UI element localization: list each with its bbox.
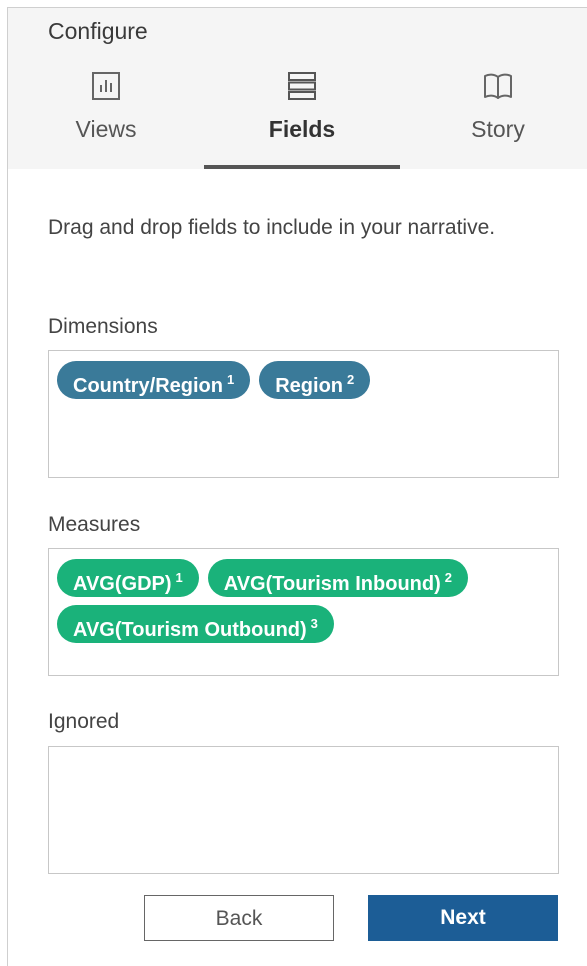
measure-pill-avg-gdp[interactable]: AVG(GDP) 1	[57, 559, 199, 597]
back-button[interactable]: Back	[144, 895, 334, 941]
pill-order: 3	[310, 616, 318, 631]
instructions-text: Drag and drop fields to include in your …	[48, 216, 496, 239]
measure-pill-avg-tourism-inbound[interactable]: AVG(Tourism Inbound) 2	[207, 559, 468, 597]
dimension-pill-region[interactable]: Region 2	[259, 361, 371, 399]
ignored-label: Ignored	[48, 710, 120, 733]
tab-fields[interactable]: Fields	[204, 68, 400, 169]
list-icon	[286, 70, 318, 107]
tab-story[interactable]: Story	[400, 68, 587, 169]
pill-order: 2	[444, 570, 452, 585]
book-icon	[482, 70, 514, 107]
tab-views[interactable]: Views	[8, 68, 204, 169]
pill-order: 1	[175, 570, 183, 585]
dimensions-dropzone[interactable]: Country/Region 1 Region 2	[48, 350, 559, 478]
configure-panel: Configure Views Fields Story Drag and dr…	[7, 7, 587, 966]
tab-story-label: Story	[471, 116, 525, 142]
tab-views-label: Views	[75, 116, 137, 142]
panel-title: Configure	[48, 18, 148, 44]
ignored-dropzone[interactable]	[48, 746, 559, 874]
pill-label: Country/Region	[73, 375, 223, 397]
measures-label: Measures	[48, 513, 141, 536]
pill-label: AVG(GDP)	[73, 573, 172, 595]
measures-dropzone[interactable]: AVG(GDP) 1 AVG(Tourism Inbound) 2 AVG(Tour…	[48, 548, 559, 676]
dimension-pill-country-region[interactable]: Country/Region 1	[57, 361, 251, 399]
next-button[interactable]: Next	[368, 895, 558, 941]
pill-label: Region	[275, 375, 344, 397]
pill-label: AVG(Tourism Outbound)	[73, 619, 307, 641]
active-tab-indicator	[204, 165, 400, 169]
pill-order: 2	[347, 372, 355, 387]
tab-fields-label: Fields	[268, 116, 336, 142]
pill-label: AVG(Tourism Inbound)	[223, 573, 441, 595]
dimensions-label: Dimensions	[48, 315, 158, 338]
pill-order: 1	[227, 372, 235, 387]
bar-chart-icon	[90, 70, 122, 107]
measure-pill-avg-tourism-outbound[interactable]: AVG(Tourism Outbound) 3	[57, 605, 334, 643]
configure-header: Configure Views Fields Story	[8, 8, 587, 169]
